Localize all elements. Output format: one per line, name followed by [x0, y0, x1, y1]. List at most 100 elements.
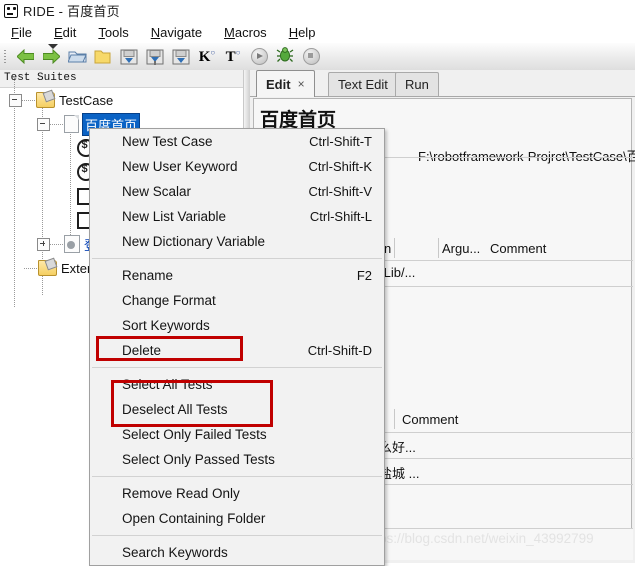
- menu-item-label: Deselect All Tests: [122, 402, 228, 417]
- menu-item-label: Remove Read Only: [122, 486, 240, 501]
- toolbar-save-button[interactable]: [116, 45, 142, 69]
- menubar-label-navigate: avigate: [160, 24, 203, 40]
- menu-item-label: New Test Case: [122, 134, 213, 149]
- suite-folder-icon: [36, 92, 55, 108]
- column-separator: [394, 409, 395, 429]
- menu-item-delete[interactable]: Delete Ctrl-Shift-D: [90, 338, 384, 363]
- bug-icon: [276, 47, 294, 66]
- robot-face-icon: [4, 3, 18, 18]
- toolbar-search-test-button[interactable]: T○: [220, 45, 246, 69]
- menubar-label-help: elp: [298, 24, 316, 40]
- tab-edit[interactable]: Edit ×: [256, 70, 315, 97]
- suite-folder-icon: [38, 260, 57, 276]
- menu-item-new-user-keyword[interactable]: New User Keyword Ctrl-Shift-K: [90, 154, 384, 179]
- menu-item-select-only-failed-tests[interactable]: Select Only Failed Tests: [90, 422, 384, 447]
- menu-item-select-only-passed-tests[interactable]: Select Only Passed Tests: [90, 447, 384, 472]
- menu-item-new-test-case[interactable]: New Test Case Ctrl-Shift-T: [90, 129, 384, 154]
- tree-node-testcase[interactable]: TestCase: [0, 88, 243, 112]
- menu-item-new-dictionary-variable[interactable]: New Dictionary Variable: [90, 229, 384, 254]
- tree-node-label: TestCase: [59, 92, 114, 108]
- menu-separator: [92, 367, 382, 368]
- menubar-item-tools[interactable]: Tools: [87, 23, 139, 42]
- menu-item-rename[interactable]: Rename F2: [90, 263, 384, 288]
- menu-item-shortcut: Ctrl-Shift-L: [309, 209, 372, 224]
- toolbar-debug-button[interactable]: [272, 45, 298, 69]
- close-icon[interactable]: ×: [298, 77, 305, 91]
- tree-connector: [50, 123, 64, 125]
- menu-item-deselect-all-tests[interactable]: Deselect All Tests: [90, 397, 384, 422]
- settings-col-comment: Comment: [490, 241, 547, 256]
- expander-plus-icon[interactable]: [37, 237, 50, 251]
- menu-item-label: Select All Tests: [122, 377, 213, 392]
- editor-tabbar: Edit × Text Edit Run: [250, 70, 635, 97]
- tree-connector: [22, 99, 36, 101]
- tests-col-comment: Comment: [402, 412, 459, 427]
- tab-text-edit[interactable]: Text Edit: [328, 72, 398, 96]
- toolbar-open-button[interactable]: [64, 45, 90, 69]
- toolbar-grip[interactable]: [2, 48, 10, 66]
- toolbar-new-button[interactable]: [90, 45, 116, 69]
- toolbar: K○ T○: [0, 43, 635, 71]
- expander-minus-icon[interactable]: [9, 93, 22, 107]
- menu-item-label: Sort Keywords: [122, 318, 210, 333]
- column-separator: [438, 238, 439, 258]
- menu-item-label: Search Keywords: [122, 545, 228, 560]
- save-as-disk-icon: [146, 49, 164, 65]
- watermark-text: https://blog.csdn.net/weixin_43992799: [364, 531, 594, 546]
- menu-item-label: New Scalar: [122, 184, 192, 199]
- toolbar-back-button[interactable]: [12, 45, 38, 69]
- menubar-label-file: ile: [18, 24, 32, 40]
- menu-separator: [92, 535, 382, 536]
- menu-item-sort-keywords[interactable]: Sort Keywords: [90, 313, 384, 338]
- keyword-k-icon: K○: [198, 47, 216, 65]
- toolbar-stop-button[interactable]: [298, 45, 324, 69]
- menu-item-shortcut: Ctrl-Shift-K: [308, 159, 372, 174]
- menu-item-select-all-tests[interactable]: Select All Tests: [90, 372, 384, 397]
- menu-item-change-format[interactable]: Change Format: [90, 288, 384, 313]
- menu-separator: [92, 476, 382, 477]
- menu-item-shortcut: F2: [356, 268, 372, 283]
- menubar-item-edit[interactable]: Edit: [43, 23, 87, 42]
- tab-edit-label: Edit: [266, 76, 291, 92]
- suite-file-icon: [64, 115, 79, 133]
- menu-bar: File Edit Tools Navigate Macros Help: [0, 21, 635, 43]
- toolbar-forward-button[interactable]: [38, 45, 64, 69]
- arrow-right-icon: [42, 49, 60, 64]
- menubar-label-macros: acros: [234, 24, 267, 40]
- toolbar-save-all-button[interactable]: [168, 45, 194, 69]
- menubar-item-macros[interactable]: Macros: [213, 23, 278, 42]
- menubar-label-edit: dit: [62, 24, 77, 40]
- menu-item-shortcut: Ctrl-Shift-V: [308, 184, 372, 199]
- menu-item-label: New User Keyword: [122, 159, 238, 174]
- menu-item-open-containing-folder[interactable]: Open Containing Folder: [90, 506, 384, 531]
- toolbar-save-as-button[interactable]: [142, 45, 168, 69]
- menu-item-label: Select Only Failed Tests: [122, 427, 267, 442]
- menu-item-label: Delete: [122, 343, 162, 358]
- menu-item-new-list-variable[interactable]: New List Variable Ctrl-Shift-L: [90, 204, 384, 229]
- menubar-item-navigate[interactable]: Navigate: [140, 23, 213, 42]
- save-disk-icon: [120, 49, 138, 65]
- menu-item-shortcut: Ctrl-Shift-D: [307, 343, 372, 358]
- tab-text-edit-label: Text Edit: [338, 77, 388, 92]
- arrow-left-icon: [16, 49, 34, 64]
- menu-item-search-keywords[interactable]: Search Keywords: [90, 540, 384, 565]
- folder-plain-icon: [94, 49, 113, 64]
- title-bar: RIDE - 百度首页: [0, 0, 635, 21]
- tests-cell-row2[interactable]: 盐城 ...: [379, 463, 419, 482]
- menu-item-remove-read-only[interactable]: Remove Read Only: [90, 481, 384, 506]
- tab-run-label: Run: [405, 77, 429, 92]
- menubar-label-tools: ools: [104, 24, 129, 40]
- menu-item-label: Open Containing Folder: [122, 511, 266, 526]
- expander-minus-icon[interactable]: [37, 117, 50, 131]
- settings-cell-import-path[interactable]: /Lib/...: [380, 265, 415, 280]
- toolbar-search-keyword-button[interactable]: K○: [194, 45, 220, 69]
- menubar-item-file[interactable]: File: [0, 23, 43, 42]
- menu-item-new-scalar[interactable]: New Scalar Ctrl-Shift-V: [90, 179, 384, 204]
- menu-item-label: New Dictionary Variable: [122, 234, 266, 249]
- tab-run[interactable]: Run: [395, 72, 439, 96]
- menu-item-label: Select Only Passed Tests: [122, 452, 275, 467]
- test-t-icon: T○: [225, 47, 241, 65]
- menubar-item-help[interactable]: Help: [278, 23, 327, 42]
- menu-item-label: Rename: [122, 268, 174, 283]
- toolbar-run-button[interactable]: [246, 45, 272, 69]
